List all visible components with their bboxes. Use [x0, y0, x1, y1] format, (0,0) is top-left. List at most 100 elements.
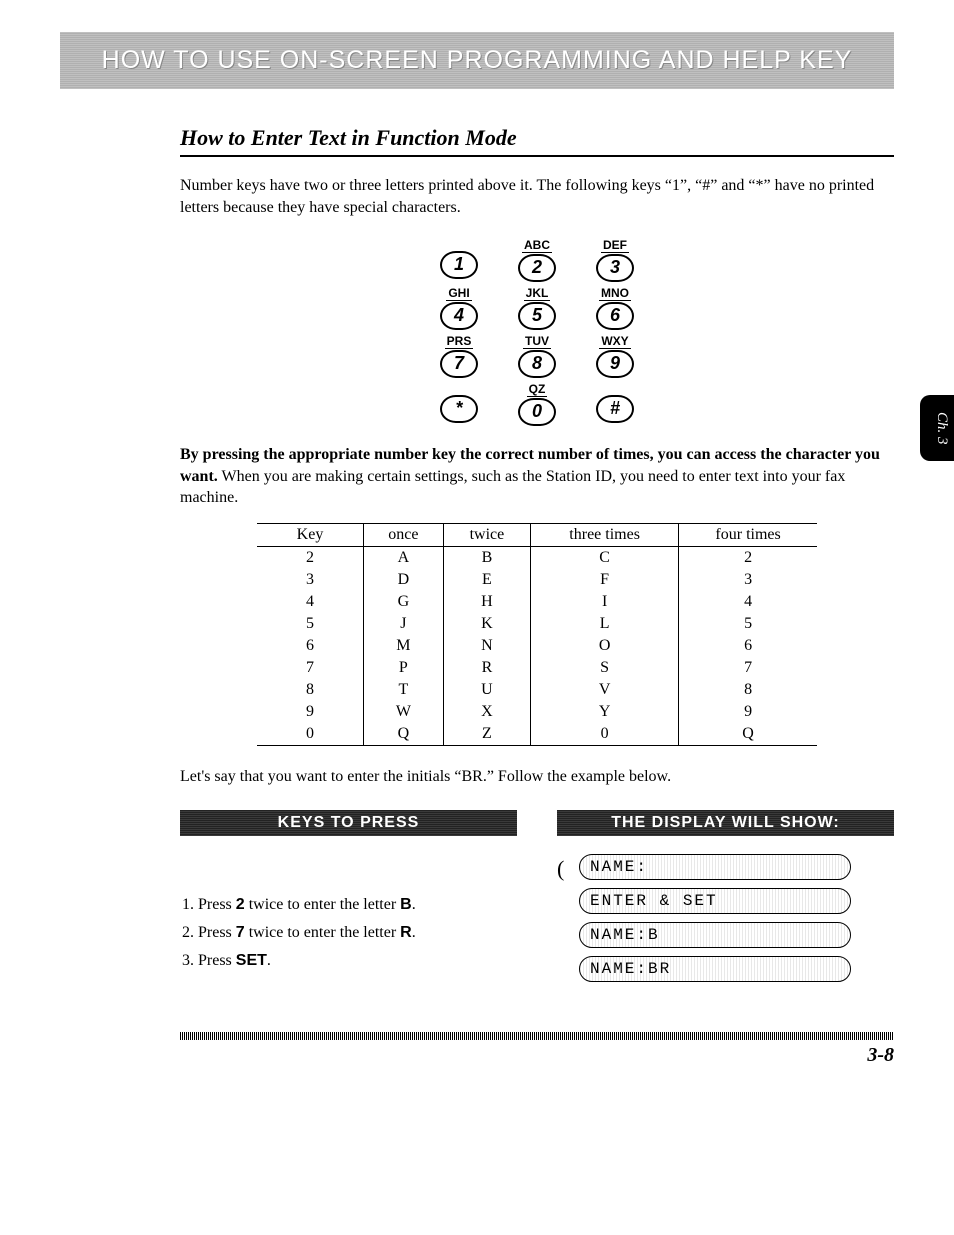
keypad-button: 5 [518, 302, 556, 330]
table-header: Key [257, 523, 364, 546]
table-cell: 3 [679, 569, 817, 591]
table-row: 3DEF3 [257, 569, 817, 591]
keypad-button: # [596, 395, 634, 423]
table-cell: W [364, 701, 444, 723]
table-header: four times [679, 523, 817, 546]
table-cell: D [364, 569, 444, 591]
keys-to-press-header: KEYS TO PRESS [180, 810, 517, 836]
intro-paragraph: Number keys have two or three letters pr… [180, 175, 894, 218]
keypad-key-4: GHI4 [434, 284, 484, 330]
table-cell: 6 [257, 635, 364, 657]
keypad-button: * [440, 395, 478, 423]
table-header: twice [443, 523, 530, 546]
keypad-button: 2 [518, 254, 556, 282]
lcd-display-line: ENTER & SET [579, 888, 851, 914]
page-number: 3-8 [180, 1044, 894, 1067]
table-cell: 8 [679, 679, 817, 701]
table-cell: L [531, 613, 679, 635]
table-cell: 7 [257, 657, 364, 679]
keypad-button: 6 [596, 302, 634, 330]
table-cell: 2 [257, 546, 364, 569]
keypad-button: 8 [518, 350, 556, 378]
table-cell: 9 [257, 701, 364, 723]
table-cell: N [443, 635, 530, 657]
table-cell: H [443, 591, 530, 613]
table-cell: T [364, 679, 444, 701]
keypad-key-*: * [434, 380, 484, 426]
keypad-label: ABC [522, 238, 552, 253]
table-cell: O [531, 635, 679, 657]
steps-list: Press 2 twice to enter the letter B. Pres… [180, 896, 517, 970]
keypad-button: 0 [518, 398, 556, 426]
table-row: 8TUV8 [257, 679, 817, 701]
table-cell: Q [679, 723, 817, 746]
display-will-show-header: THE DISPLAY WILL SHOW: [557, 810, 894, 836]
table-cell: J [364, 613, 444, 635]
table-row: 9WXY9 [257, 701, 817, 723]
display-sequence: ( NAME:ENTER & SETNAME:BNAME:BR [557, 850, 894, 986]
example-intro: Let's say that you want to enter the ini… [180, 766, 894, 788]
table-header: three times [531, 523, 679, 546]
table-cell: C [531, 546, 679, 569]
keypad-label: QZ [527, 382, 548, 397]
lcd-display-line: NAME: [579, 854, 851, 880]
table-cell: M [364, 635, 444, 657]
table-cell: 6 [679, 635, 817, 657]
section-heading: How to Enter Text in Function Mode [180, 125, 894, 157]
table-row: 5JKL5 [257, 613, 817, 635]
table-cell: 0 [531, 723, 679, 746]
table-cell: 5 [679, 613, 817, 635]
key-press-table: Keyoncetwicethree timesfour times 2ABC23… [257, 523, 817, 746]
table-cell: 8 [257, 679, 364, 701]
table-cell: 0 [257, 723, 364, 746]
keypad-button: 3 [596, 254, 634, 282]
keypad-key-3: DEF3 [590, 236, 640, 282]
table-cell: R [443, 657, 530, 679]
keypad-key-1: 1 [434, 236, 484, 282]
keypad-button: 7 [440, 350, 478, 378]
keypad-label: DEF [601, 238, 629, 253]
keypad-key-8: TUV8 [512, 332, 562, 378]
keypad-label: PRS [445, 334, 474, 349]
keypad-key-9: WXY9 [590, 332, 640, 378]
table-row: 6MNO6 [257, 635, 817, 657]
table-row: 0QZ0Q [257, 723, 817, 746]
table-cell: G [364, 591, 444, 613]
table-cell: A [364, 546, 444, 569]
step-item: Press SET. [198, 952, 517, 970]
keypad-diagram: 1 ABC2 DEF3 GHI4 JKL5 MNO6 PRS7 TUV8 WXY9 * QZ0 # [427, 236, 647, 426]
table-cell: 4 [257, 591, 364, 613]
lcd-display-line: NAME:BR [579, 956, 851, 982]
table-cell: 7 [679, 657, 817, 679]
table-cell: F [531, 569, 679, 591]
keypad-button: 9 [596, 350, 634, 378]
keypad-key-6: MNO6 [590, 284, 640, 330]
chapter-banner: HOW TO USE ON-SCREEN PROGRAMMING AND HEL… [60, 32, 894, 89]
table-cell: U [443, 679, 530, 701]
table-cell: 5 [257, 613, 364, 635]
table-cell: Z [443, 723, 530, 746]
lcd-display-line: NAME:B [579, 922, 851, 948]
keypad-label: JKL [524, 286, 551, 301]
keypad-key-#: # [590, 380, 640, 426]
table-cell: Y [531, 701, 679, 723]
table-cell: 4 [679, 591, 817, 613]
table-cell: X [443, 701, 530, 723]
keypad-label: GHI [446, 286, 471, 301]
keypad-label: MNO [599, 286, 631, 301]
table-cell: V [531, 679, 679, 701]
keypad-button: 1 [440, 251, 478, 279]
step-item: Press 2 twice to enter the letter B. [198, 896, 517, 914]
keypad-key-5: JKL5 [512, 284, 562, 330]
table-cell: K [443, 613, 530, 635]
table-cell: Q [364, 723, 444, 746]
table-header: once [364, 523, 444, 546]
instruction-paragraph: By pressing the appropriate number key t… [180, 444, 894, 509]
keypad-button: 4 [440, 302, 478, 330]
instruction-rest: When you are making certain settings, su… [180, 468, 845, 507]
table-row: 2ABC2 [257, 546, 817, 569]
table-cell: E [443, 569, 530, 591]
chapter-side-tab: Ch. 3 [920, 395, 954, 461]
table-cell: I [531, 591, 679, 613]
keypad-key-0: QZ0 [512, 380, 562, 426]
